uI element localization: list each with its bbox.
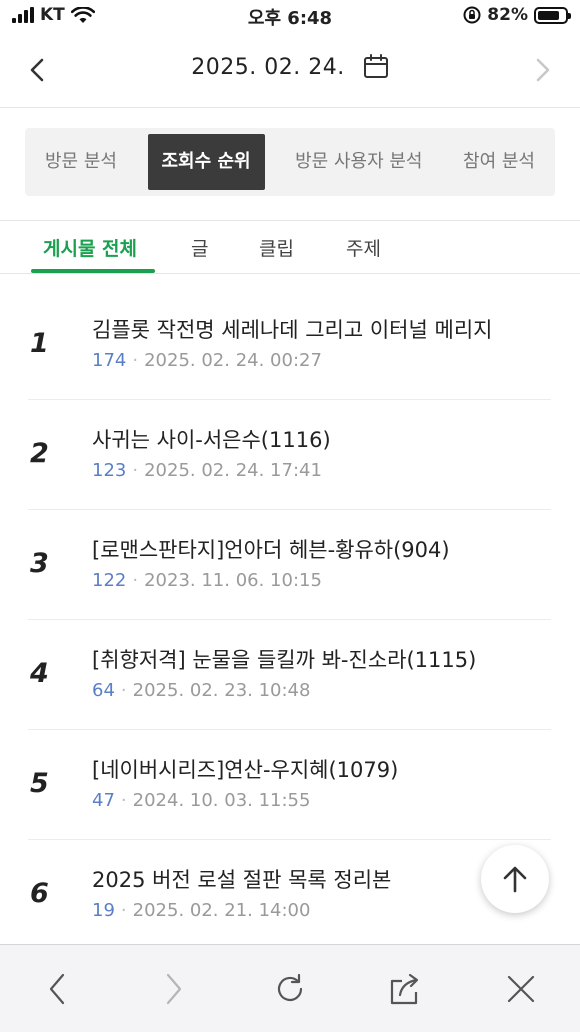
calendar-icon[interactable] (363, 54, 389, 80)
date-selector[interactable]: 2025. 02. 24. (0, 54, 580, 80)
reload-icon (277, 973, 303, 1002)
browser-back-button[interactable] (40, 971, 76, 1007)
list-item[interactable]: 5 [네이버시리즈]연산-우지혜(1079) 47 · 2024. 10. 03. … (28, 730, 551, 840)
post-date: 2025. 02. 24. 17:41 (144, 460, 322, 481)
tab-all-posts[interactable]: 게시물 전체 (43, 234, 137, 261)
segment-view-ranking[interactable]: 조회수 순위 (147, 134, 265, 190)
post-meta: 47 · 2024. 10. 03. 11:55 (92, 790, 310, 811)
rank-number: 2 (30, 438, 49, 469)
post-title: [네이버시리즈]연산-우지혜(1079) (92, 758, 399, 782)
view-count: 64 (92, 680, 115, 701)
status-right: 82% (463, 5, 571, 25)
section-divider (0, 220, 580, 221)
post-date: 2024. 10. 03. 11:55 (132, 790, 311, 811)
post-meta: 64 · 2025. 02. 23. 10:48 (92, 680, 310, 701)
arrow-up-icon (503, 866, 527, 893)
post-title: 사귀는 사이-서은수(1116) (92, 428, 331, 452)
post-meta: 123 · 2025. 02. 24. 17:41 (92, 460, 322, 481)
battery-icon (534, 6, 571, 24)
separator-dot: · (132, 460, 139, 481)
tab-clips[interactable]: 클립 (259, 234, 294, 261)
segment-engagement-analysis[interactable]: 참여 분석 (453, 134, 545, 190)
next-date-button[interactable] (528, 54, 556, 86)
scroll-to-top-button[interactable] (481, 845, 549, 913)
separator-dot: · (120, 790, 127, 811)
orientation-lock-icon (463, 6, 481, 24)
post-date: 2023. 11. 06. 10:15 (144, 570, 322, 591)
active-tab-indicator (31, 269, 155, 273)
chevron-right-icon (536, 58, 550, 82)
post-meta: 122 · 2023. 11. 06. 10:15 (92, 570, 322, 591)
rank-number: 6 (30, 878, 49, 909)
forward-icon (166, 973, 182, 1005)
list-item[interactable]: 2 사귀는 사이-서은수(1116) 123 · 2025. 02. 24. 17:… (28, 400, 551, 510)
post-date: 2025. 02. 24. 00:27 (144, 350, 322, 371)
post-date: 2025. 02. 23. 10:48 (132, 680, 311, 701)
list-item[interactable]: 6 2025 버전 로설 절판 목록 정리본 19 · 2025. 02. 21. … (28, 840, 551, 950)
list-item[interactable]: 3 [로맨스판타지]언아더 헤븐-황유하(904) 122 · 2023. 11. … (28, 510, 551, 620)
post-title: 2025 버전 로설 절판 목록 정리본 (92, 868, 392, 892)
current-date: 2025. 02. 24. (191, 54, 345, 80)
browser-close-button[interactable] (503, 971, 539, 1007)
post-meta: 19 · 2025. 02. 21. 14:00 (92, 900, 310, 921)
view-count: 47 (92, 790, 115, 811)
view-count: 122 (92, 570, 127, 591)
separator-dot: · (120, 900, 127, 921)
rank-number: 1 (30, 328, 49, 359)
separator-dot: · (132, 570, 139, 591)
view-count: 19 (92, 900, 115, 921)
post-title: 김플롯 작전명 세레나데 그리고 이터널 메리지 (92, 318, 493, 342)
close-icon (507, 975, 535, 1003)
post-date: 2025. 02. 21. 14:00 (132, 900, 311, 921)
segment-visit-analysis[interactable]: 방문 분석 (35, 134, 127, 190)
browser-forward-button[interactable] (155, 971, 191, 1007)
post-title: [취향저격] 눈물을 들킬까 봐-진소라(1115) (92, 648, 477, 672)
battery-fill (538, 10, 560, 20)
segment-visitor-analysis[interactable]: 방문 사용자 분석 (285, 134, 432, 190)
browser-toolbar (0, 944, 580, 1032)
battery-percent: 82% (487, 5, 528, 25)
tab-posts[interactable]: 글 (191, 234, 208, 261)
back-icon (49, 973, 65, 1005)
tab-topics[interactable]: 주제 (346, 234, 381, 261)
rank-number: 5 (30, 768, 49, 799)
view-count: 174 (92, 350, 127, 371)
separator-dot: · (120, 680, 127, 701)
list-item[interactable]: 1 김플롯 작전명 세레나데 그리고 이터널 메리지 174 · 2025. 02.… (28, 290, 551, 400)
status-bar: KT 오후 6:48 82% (0, 0, 580, 32)
date-header: 2025. 02. 24. (0, 32, 580, 108)
view-count: 123 (92, 460, 127, 481)
list-item[interactable]: 4 [취향저격] 눈물을 들킬까 봐-진소라(1115) 64 · 2025. 02… (28, 620, 551, 730)
browser-share-button[interactable] (387, 971, 423, 1007)
browser-reload-button[interactable] (272, 971, 308, 1007)
rank-number: 4 (30, 658, 49, 689)
rank-number: 3 (30, 548, 49, 579)
separator-dot: · (132, 350, 139, 371)
post-meta: 174 · 2025. 02. 24. 00:27 (92, 350, 322, 371)
analysis-segment-control: 방문 분석 조회수 순위 방문 사용자 분석 참여 분석 (25, 128, 555, 196)
share-icon (390, 973, 419, 1005)
content-type-tabs: 게시물 전체 글 클립 주제 (0, 222, 580, 274)
post-title: [로맨스판타지]언아더 헤븐-황유하(904) (92, 538, 450, 562)
